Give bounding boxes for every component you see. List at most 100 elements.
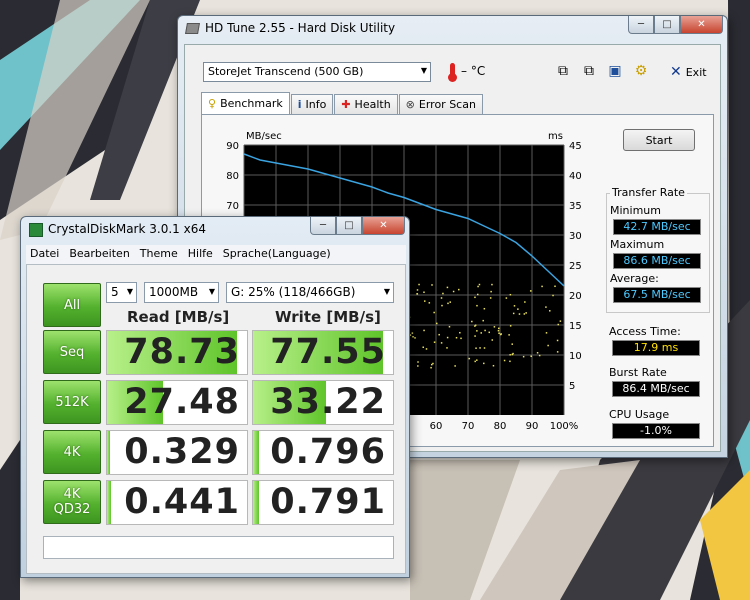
start-label: Start xyxy=(645,133,673,147)
tab-label: Error Scan xyxy=(418,98,476,111)
access-time-point xyxy=(428,302,431,304)
menu-hilfe[interactable]: Hilfe xyxy=(188,247,213,262)
access-time-point xyxy=(523,313,526,315)
maximize-icon: □ xyxy=(344,220,354,231)
access-time-point xyxy=(446,347,448,349)
tab-info[interactable]: i Info xyxy=(290,94,334,114)
options-button[interactable]: ⚙ xyxy=(631,61,651,81)
access-time-point xyxy=(477,293,479,296)
x-tick-label: 70 xyxy=(462,421,475,432)
read-header: Read [MB/s] xyxy=(127,308,230,326)
menu-theme[interactable]: Theme xyxy=(140,247,178,262)
hdtune-titlebar[interactable]: HD Tune 2.55 - Hard Disk Utility ─ □ ✕ xyxy=(178,16,727,42)
menu-datei[interactable]: Datei xyxy=(30,247,59,262)
access-time-point xyxy=(446,336,449,339)
start-button[interactable]: Start xyxy=(623,129,695,151)
access-time-point xyxy=(454,365,456,367)
chevron-down-icon: ▼ xyxy=(383,287,390,296)
menu-bearbeiten[interactable]: Bearbeiten xyxy=(69,247,129,262)
minimize-button[interactable]: ─ xyxy=(628,16,654,34)
512k-label: 512K xyxy=(55,394,89,410)
access-time-point xyxy=(476,304,478,307)
access-time-point xyxy=(417,361,419,363)
exit-button[interactable]: ✕ Exit xyxy=(670,64,707,80)
tab-benchmark[interactable]: ♀ Benchmark xyxy=(201,92,290,114)
512k-write-result: 33.22 xyxy=(252,380,394,425)
size-value: 1000MB xyxy=(149,285,199,299)
access-time-point xyxy=(545,332,548,334)
access-time-point xyxy=(509,360,511,363)
close-button[interactable]: ✕ xyxy=(680,16,723,34)
copy-info-button[interactable]: ⧉ xyxy=(553,61,573,81)
access-time-point xyxy=(436,322,438,325)
y-tick-right: 35 xyxy=(569,201,582,212)
minimize-icon: ─ xyxy=(319,220,327,231)
access-time-point xyxy=(512,352,514,355)
chevron-down-icon: ▼ xyxy=(208,287,215,296)
maximize-button[interactable]: □ xyxy=(336,217,362,235)
info-icon: i xyxy=(297,98,302,111)
save-button[interactable]: ▣ xyxy=(605,61,625,81)
access-time-point xyxy=(545,306,547,308)
access-time-point xyxy=(509,354,511,356)
seq-button[interactable]: Seq xyxy=(43,330,101,374)
size-select[interactable]: 1000MB ▼ xyxy=(144,282,219,303)
y-tick-right: 20 xyxy=(569,291,582,302)
4k-button[interactable]: 4K xyxy=(43,430,101,474)
access-time-point xyxy=(433,341,436,343)
access-time-point xyxy=(497,327,500,330)
access-time-point xyxy=(557,323,560,326)
maximize-button[interactable]: □ xyxy=(654,16,680,34)
comment-input[interactable] xyxy=(43,536,394,559)
access-time-point xyxy=(452,290,455,293)
access-time-point xyxy=(492,364,495,367)
drive-select[interactable]: G: 25% (118/466GB) ▼ xyxy=(226,282,394,303)
burst-rate-label: Burst Rate xyxy=(609,366,667,379)
cdm-titlebar[interactable]: CrystalDiskMark 3.0.1 x64 ─ □ ✕ xyxy=(21,217,409,243)
access-time-point xyxy=(525,312,527,314)
all-label: All xyxy=(63,297,81,313)
y-tick-right: 15 xyxy=(569,321,582,332)
average-label: Average: xyxy=(610,272,659,285)
crystaldiskmark-app-icon xyxy=(29,223,43,237)
access-time-point xyxy=(449,301,452,303)
access-time-point xyxy=(529,290,532,292)
access-time-point xyxy=(530,355,532,358)
4k-qd32-button[interactable]: 4K QD32 xyxy=(43,480,101,524)
minimize-button[interactable]: ─ xyxy=(310,217,336,235)
tab-health[interactable]: ✚ Health xyxy=(334,94,398,114)
hdtune-app-icon xyxy=(185,23,200,34)
close-button[interactable]: ✕ xyxy=(362,217,405,235)
access-time-point xyxy=(448,325,451,328)
tab-error-scan[interactable]: ⊗ Error Scan xyxy=(398,94,483,114)
access-time-point xyxy=(512,312,515,315)
access-time-value: 17.9 ms xyxy=(612,340,700,356)
drive-select[interactable]: StoreJet Transcend (500 GB) ▼ xyxy=(203,62,431,82)
chevron-down-icon: ▼ xyxy=(126,287,133,296)
access-time-point xyxy=(474,325,476,327)
runs-value: 5 xyxy=(111,285,119,299)
access-time-point xyxy=(411,332,414,334)
copy-screenshot-button[interactable]: ⧉ xyxy=(579,61,599,81)
crystaldiskmark-window: CrystalDiskMark 3.0.1 x64 ─ □ ✕ Datei Be… xyxy=(20,216,410,578)
runs-select[interactable]: 5 ▼ xyxy=(106,282,137,303)
access-time-point xyxy=(425,348,428,350)
access-time-point xyxy=(430,363,433,366)
512k-button[interactable]: 512K xyxy=(43,380,101,424)
access-time-point xyxy=(475,347,477,349)
all-button[interactable]: All xyxy=(43,283,101,327)
burst-rate-value: 86.4 MB/sec xyxy=(612,381,700,397)
menu-sprache[interactable]: Sprache(Language) xyxy=(223,247,331,262)
x-tick-label: 90 xyxy=(526,421,539,432)
access-time-point xyxy=(433,311,435,314)
access-time-point xyxy=(440,297,443,299)
seq-label: Seq xyxy=(59,344,85,360)
minimize-icon: ─ xyxy=(637,19,645,30)
temperature-display: – °C xyxy=(448,63,485,82)
access-time-point xyxy=(522,355,525,358)
512k-read-value: 27.48 xyxy=(124,382,240,422)
y-tick-right: 40 xyxy=(569,171,582,182)
tab-label: Health xyxy=(354,98,391,111)
access-time-point xyxy=(541,285,543,288)
4k-qd32-write-result: 0.791 xyxy=(252,480,394,525)
